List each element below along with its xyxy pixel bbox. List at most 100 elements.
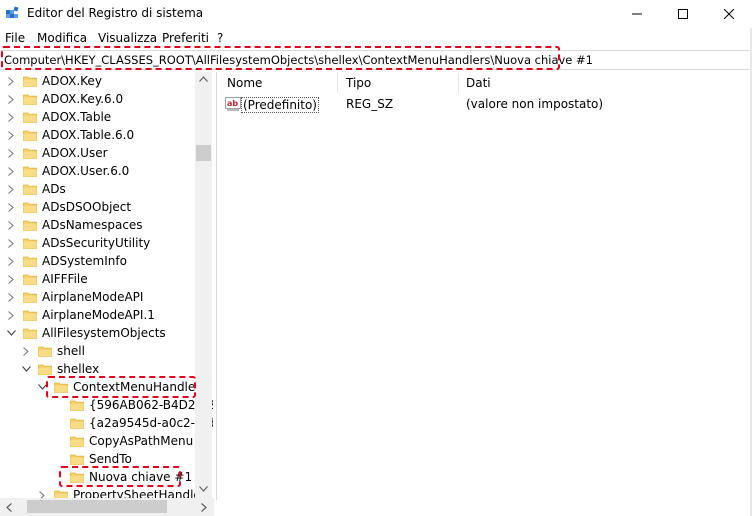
registry-editor-icon bbox=[6, 6, 19, 18]
column-separator[interactable] bbox=[337, 73, 338, 93]
folder-icon bbox=[70, 435, 84, 447]
folder-icon bbox=[70, 453, 84, 465]
folder-icon bbox=[23, 309, 37, 321]
column-header-tipo[interactable]: Tipo bbox=[346, 72, 371, 94]
chevron-right-icon[interactable] bbox=[5, 288, 17, 306]
chevron-right-icon[interactable] bbox=[5, 234, 17, 252]
tree-item[interactable]: ADOX.Table bbox=[5, 108, 111, 126]
tree-item[interactable]: ADsDSOObject bbox=[5, 198, 131, 216]
chevron-right-icon[interactable] bbox=[36, 486, 48, 498]
folder-icon bbox=[23, 129, 37, 141]
nuova-chiave-highlight bbox=[59, 466, 181, 487]
svg-text:ab: ab bbox=[227, 99, 238, 108]
close-icon bbox=[724, 9, 734, 19]
chevron-right-icon[interactable] bbox=[5, 306, 17, 324]
tree-item-label: AirplaneModeAPI bbox=[42, 290, 144, 304]
tree-item-label: AllFilesystemObjects bbox=[42, 326, 166, 340]
tree-item-label: AIFFFile bbox=[42, 272, 88, 286]
chevron-right-icon[interactable] bbox=[5, 162, 17, 180]
tree-item-label: ADs bbox=[42, 182, 66, 196]
value-row[interactable]: ab (Predefinito) bbox=[222, 95, 319, 115]
folder-icon bbox=[23, 327, 37, 339]
tree-item[interactable]: CopyAsPathMenu bbox=[52, 432, 193, 450]
chevron-right-icon[interactable] bbox=[5, 90, 17, 108]
scroll-right-icon[interactable] bbox=[201, 503, 207, 512]
tree-vertical-scrollbar[interactable] bbox=[195, 72, 212, 498]
scroll-left-icon[interactable] bbox=[6, 503, 12, 512]
folder-icon bbox=[23, 111, 37, 123]
tree-item[interactable]: AllFilesystemObjects bbox=[5, 324, 166, 342]
tree-item[interactable]: ADs bbox=[5, 180, 66, 198]
chevron-right-icon[interactable] bbox=[5, 126, 17, 144]
scroll-down-icon[interactable] bbox=[199, 486, 208, 492]
folder-icon bbox=[23, 237, 37, 249]
menu-preferiti[interactable]: Preferiti bbox=[162, 31, 209, 45]
chevron-right-icon[interactable] bbox=[5, 216, 17, 234]
folder-icon bbox=[23, 75, 37, 87]
tree-item-label: PropertySheetHandlers bbox=[73, 488, 212, 498]
tree-item[interactable]: shell bbox=[20, 342, 85, 360]
chevron-down-icon[interactable] bbox=[5, 324, 17, 342]
minimize-button[interactable] bbox=[614, 0, 660, 28]
tree-item[interactable]: ADsNamespaces bbox=[5, 216, 143, 234]
tree-item[interactable]: ADOX.User.6.0 bbox=[5, 162, 129, 180]
folder-icon bbox=[23, 183, 37, 195]
chevron-right-icon[interactable] bbox=[5, 252, 17, 270]
maximize-icon bbox=[678, 9, 688, 19]
chevron-right-icon[interactable] bbox=[5, 144, 17, 162]
tree-vertical-scroll-thumb[interactable] bbox=[196, 145, 211, 161]
menu-help[interactable]: ? bbox=[217, 31, 223, 45]
maximize-button[interactable] bbox=[660, 0, 706, 28]
tree-item-label: ADOX.Table.6.0 bbox=[42, 128, 135, 142]
tree-item-label: shellex bbox=[57, 362, 100, 376]
chevron-down-icon[interactable] bbox=[20, 360, 32, 378]
menu-modifica[interactable]: Modifica bbox=[37, 31, 87, 45]
tree-item[interactable]: ADOX.Key bbox=[5, 72, 102, 90]
tree-item-label: ADsNamespaces bbox=[42, 218, 143, 232]
string-value-icon: ab bbox=[225, 97, 241, 111]
menu-file[interactable]: File bbox=[5, 31, 25, 45]
tree-item-label: ADOX.Table bbox=[42, 110, 112, 124]
chevron-right-icon[interactable] bbox=[20, 342, 32, 360]
menu-visualizza[interactable]: Visualizza bbox=[98, 31, 157, 45]
contextmenuhandlers-highlight bbox=[46, 376, 196, 398]
tree-item[interactable]: AIFFFile bbox=[5, 270, 88, 288]
chevron-right-icon[interactable] bbox=[5, 108, 17, 126]
scroll-up-icon[interactable] bbox=[199, 76, 208, 82]
column-separator[interactable] bbox=[458, 73, 459, 93]
folder-icon bbox=[23, 219, 37, 231]
tree-item[interactable]: ADSystemInfo bbox=[5, 252, 127, 270]
folder-icon bbox=[23, 291, 37, 303]
value-data: (valore non impostato) bbox=[466, 97, 604, 111]
folder-icon bbox=[38, 363, 52, 375]
tree-item[interactable]: ADsSecurityUtility bbox=[5, 234, 150, 252]
chevron-right-icon[interactable] bbox=[5, 270, 17, 288]
tree-horizontal-scroll-thumb[interactable] bbox=[27, 500, 167, 513]
tree-item[interactable]: ADOX.Key.6.0 bbox=[5, 90, 123, 108]
chevron-right-icon[interactable] bbox=[5, 180, 17, 198]
folder-icon bbox=[38, 345, 52, 357]
folder-icon bbox=[23, 255, 37, 267]
column-header-nome[interactable]: Nome bbox=[227, 72, 262, 94]
tree-item[interactable]: {a2a9545d-a0c2-42b4 bbox=[52, 414, 213, 432]
menu-bar: File Modifica Visualizza Preferiti ? bbox=[0, 29, 752, 47]
tree-item-label: ADsSecurityUtility bbox=[42, 236, 151, 250]
chevron-right-icon[interactable] bbox=[5, 198, 17, 216]
tree-item[interactable]: AirplaneModeAPI bbox=[5, 288, 143, 306]
tree-item[interactable]: ADOX.User bbox=[5, 144, 108, 162]
column-header-dati[interactable]: Dati bbox=[466, 72, 491, 94]
tree-item[interactable]: ADOX.Table.6.0 bbox=[5, 126, 134, 144]
tree-item-label: ADSystemInfo bbox=[42, 254, 127, 268]
folder-icon bbox=[23, 147, 37, 159]
tree-item[interactable]: PropertySheetHandlers bbox=[36, 486, 212, 498]
tree-item[interactable]: AirplaneModeAPI.1 bbox=[5, 306, 155, 324]
chevron-right-icon[interactable] bbox=[5, 72, 17, 90]
tree-item[interactable]: {596AB062-B4D2-421 bbox=[52, 396, 213, 414]
value-type: REG_SZ bbox=[346, 97, 394, 111]
tree-item-label: ADsDSOObject bbox=[42, 200, 132, 214]
tree-item-label: ADOX.Key.6.0 bbox=[42, 92, 124, 106]
close-button[interactable] bbox=[706, 0, 752, 28]
tree-item-label: ADOX.User bbox=[42, 146, 108, 160]
